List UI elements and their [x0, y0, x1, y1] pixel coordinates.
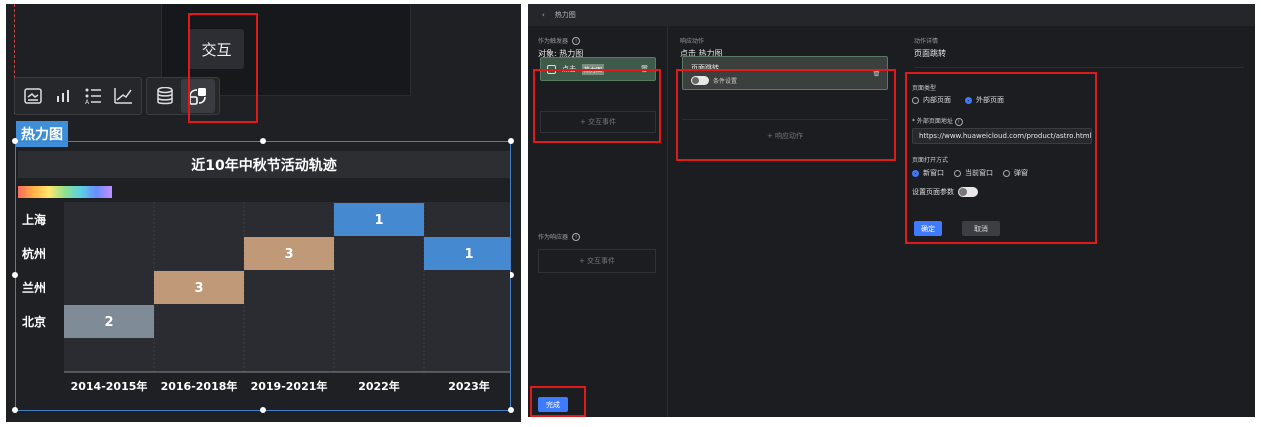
- add-receiver-event-button[interactable]: + 交互事件: [538, 249, 656, 273]
- bar-chart-icon[interactable]: [49, 81, 77, 111]
- divider: [682, 119, 888, 120]
- radio-new-window[interactable]: 新窗口: [912, 168, 944, 178]
- heatmap-plot-area: [64, 202, 510, 372]
- database-icon[interactable]: [151, 81, 179, 111]
- resize-handle-t[interactable]: [260, 138, 266, 144]
- radio-external-page[interactable]: 外部页面: [965, 95, 1004, 105]
- divider: [914, 67, 1244, 68]
- cancel-button[interactable]: 取消: [962, 221, 1000, 236]
- trigger-label: 作为触发器 i: [538, 36, 581, 45]
- image-icon[interactable]: [19, 81, 47, 111]
- toolbar-group-data: [146, 77, 220, 115]
- y-tick-label: 上海: [22, 212, 46, 227]
- open-mode-radio-group: 新窗口 当前窗口 弹窗: [912, 168, 1028, 178]
- interaction-panel: ‹ 热力图 作为触发器 i 对象: 热力图 点击 热力图 🗑 + 交互事件 作为响…: [528, 4, 1255, 417]
- y-tick-label: 兰州: [22, 280, 46, 295]
- page-param-row: 设置页面参数: [912, 187, 978, 197]
- condition-toggle[interactable]: [691, 76, 709, 85]
- detail-value: 页面跳转: [914, 49, 946, 58]
- resize-handle-bl[interactable]: [12, 407, 18, 413]
- resize-handle-b[interactable]: [260, 407, 266, 413]
- breadcrumb: 热力图: [554, 11, 576, 19]
- x-tick-label: 2023年: [448, 379, 490, 393]
- page-param-label: 设置页面参数: [912, 188, 954, 196]
- resize-handle-br[interactable]: [508, 407, 514, 413]
- page-param-toggle[interactable]: [958, 187, 978, 197]
- delete-icon[interactable]: 🗑: [872, 69, 881, 77]
- interaction-icon[interactable]: [181, 79, 215, 113]
- info-icon: i: [954, 118, 963, 126]
- panel-topbar: ‹ 热力图: [528, 4, 1255, 26]
- component-toolbar: A: [14, 77, 220, 115]
- url-label: * 外部页面地址 i: [912, 116, 963, 126]
- condition-label: 条件设置: [713, 78, 738, 85]
- x-tick-label: 2016-2018年: [161, 379, 238, 393]
- info-icon: i: [572, 232, 581, 241]
- y-tick-label: 北京: [22, 314, 46, 329]
- trigger-target-tag: 热力图: [582, 63, 605, 75]
- toolbar-group-style: A: [14, 77, 142, 115]
- svg-text:A: A: [85, 99, 90, 105]
- click-icon: [547, 64, 556, 74]
- x-tick-label: 2019-2021年: [251, 379, 328, 393]
- radio-current-window[interactable]: 当前窗口: [954, 168, 993, 178]
- receiver-label: 作为响应器 i: [538, 232, 581, 241]
- trigger-column: [528, 26, 668, 417]
- heatmap-cell-label: 1: [464, 247, 473, 262]
- page-type-label: 页面类型: [912, 85, 937, 92]
- y-tick-label: 杭州: [22, 246, 46, 261]
- action-title: 页面跳转: [691, 64, 719, 72]
- interaction-tooltip: 交互: [189, 29, 244, 69]
- heatmap-cell-label: 2: [104, 315, 113, 330]
- resize-handle-tr[interactable]: [508, 138, 514, 144]
- x-tick-label: 2022年: [358, 379, 400, 393]
- delete-icon[interactable]: 🗑: [640, 65, 649, 73]
- radio-internal-page[interactable]: 内部页面: [912, 95, 951, 105]
- external-url-input[interactable]: https://www.huaweicloud.com/product/astr…: [912, 128, 1092, 144]
- page-type-radio-group: 内部页面 外部页面: [912, 95, 1004, 105]
- response-label: 响应动作: [680, 38, 705, 45]
- response-action-card[interactable]: 页面跳转 条件设置 🗑: [682, 56, 888, 90]
- visual-map-legend: [18, 186, 112, 198]
- axis-icon[interactable]: [109, 81, 137, 111]
- heatmap-cell-label: 1: [374, 213, 383, 228]
- resize-handle-tl[interactable]: [12, 138, 18, 144]
- detail-label: 动作详情: [914, 38, 939, 45]
- trigger-event-label: 点击: [562, 65, 576, 73]
- open-mode-label: 页面打开方式: [912, 157, 949, 164]
- add-trigger-event-button[interactable]: + 交互事件: [540, 111, 656, 133]
- canvas-editor: 交互 A 热力图 近10年中秋节活动轨迹 1 3 1 3 2 上海 杭州 兰州 …: [6, 4, 521, 422]
- done-button[interactable]: 完成: [538, 397, 568, 412]
- list-icon[interactable]: A: [79, 81, 107, 111]
- chart-title: 近10年中秋节活动轨迹: [18, 151, 510, 178]
- confirm-button[interactable]: 确定: [914, 221, 942, 236]
- radio-popup[interactable]: 弹窗: [1003, 168, 1028, 178]
- heatmap-cell-label: 3: [284, 247, 293, 262]
- heatmap-chart: 1 3 1 3 2 上海杭州兰州北京 2014-2015年 2016-2018年 2019-20…: [22, 202, 510, 393]
- x-tick-label: 2014-2015年: [71, 379, 148, 393]
- info-icon: i: [572, 36, 581, 45]
- add-response-action-button[interactable]: + 响应动作: [682, 125, 888, 147]
- trigger-event-card[interactable]: 点击 热力图 🗑: [540, 57, 656, 81]
- heatmap-cell-label: 3: [194, 281, 203, 296]
- chevron-left-icon[interactable]: ‹: [542, 11, 545, 19]
